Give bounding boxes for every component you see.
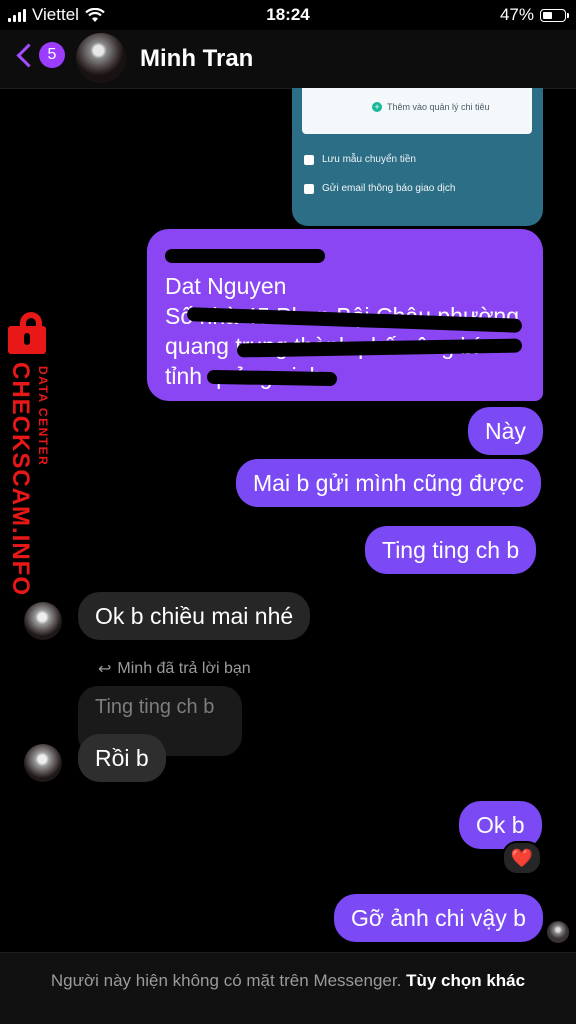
sender-avatar[interactable] (24, 602, 62, 640)
checkbox-icon (304, 183, 314, 194)
notice-text: Người này hiện không có mặt trên Messeng… (50, 971, 402, 990)
contact-name[interactable]: Minh Tran (140, 45, 253, 73)
image-card: + Thêm vào quản lý chi tiêu (302, 88, 532, 134)
message-outgoing[interactable]: Ting ting ch b (365, 526, 537, 574)
message-outgoing[interactable]: Gỡ ảnh chi vậy b (334, 894, 543, 942)
image-option-1: Lưu mẫu chuyển tiền (304, 154, 416, 165)
image-add-text: Thêm vào quản lý chi tiêu (387, 102, 490, 112)
battery-icon (540, 8, 569, 22)
chat-header: 5 Minh Tran (0, 30, 576, 89)
watermark-sub: DATA CENTER (36, 366, 50, 467)
unread-count-badge: 5 (39, 42, 65, 68)
battery-fill (543, 11, 552, 19)
clock: 18:24 (266, 5, 310, 24)
watermark: CHECKSCAM.INFO DATA CENTER (2, 312, 62, 596)
message-outgoing[interactable]: Này (468, 407, 543, 455)
watermark-brand: CHECKSCAM.INFO (7, 362, 34, 596)
shared-image[interactable]: + Thêm vào quản lý chi tiêu Lưu mẫu chuy… (292, 88, 543, 226)
reply-indicator: ↩ Minh đã trả lời bạn (98, 659, 251, 679)
reply-note: Minh đã trả lời bạn (117, 660, 251, 677)
sender-avatar[interactable] (24, 744, 62, 782)
image-option-1-label: Lưu mẫu chuyển tiền (322, 154, 416, 165)
message-incoming[interactable]: Ok b chiều mai nhé (78, 592, 311, 640)
seen-avatar (547, 921, 569, 943)
message-incoming[interactable]: Rồi b (78, 734, 166, 782)
battery-info: 47% (499, 5, 569, 25)
address-message[interactable]: Dat Nguyen Số nhà 45 Phan Bội Châu phườn… (147, 229, 543, 401)
address-name: Dat Nguyen (165, 273, 287, 299)
battery-percent: 47% (499, 5, 534, 24)
image-option-2-label: Gửi email thông báo giao dịch (322, 183, 456, 194)
checkbox-icon (304, 154, 314, 165)
plus-icon: + (372, 102, 382, 112)
more-options-link[interactable]: Tùy chọn khác (406, 971, 525, 990)
contact-avatar[interactable] (76, 33, 126, 83)
image-add-row: + Thêm vào quản lý chi tiêu (372, 102, 490, 112)
message-outgoing[interactable]: Mai b gửi mình cũng được (236, 459, 541, 507)
redaction-mark (206, 369, 338, 387)
unavailable-notice: Người này hiện không có mặt trên Messeng… (0, 952, 576, 1024)
back-button[interactable]: 5 (14, 42, 65, 68)
heart-reaction[interactable]: ❤️ (502, 841, 542, 875)
redaction-mark (165, 249, 325, 263)
status-bar: Viettel 18:24 47% (0, 0, 576, 30)
image-option-2: Gửi email thông báo giao dịch (304, 183, 455, 194)
reply-arrow-icon: ↩ (98, 661, 112, 678)
lock-icon (4, 312, 62, 354)
chevron-left-icon (16, 42, 41, 68)
